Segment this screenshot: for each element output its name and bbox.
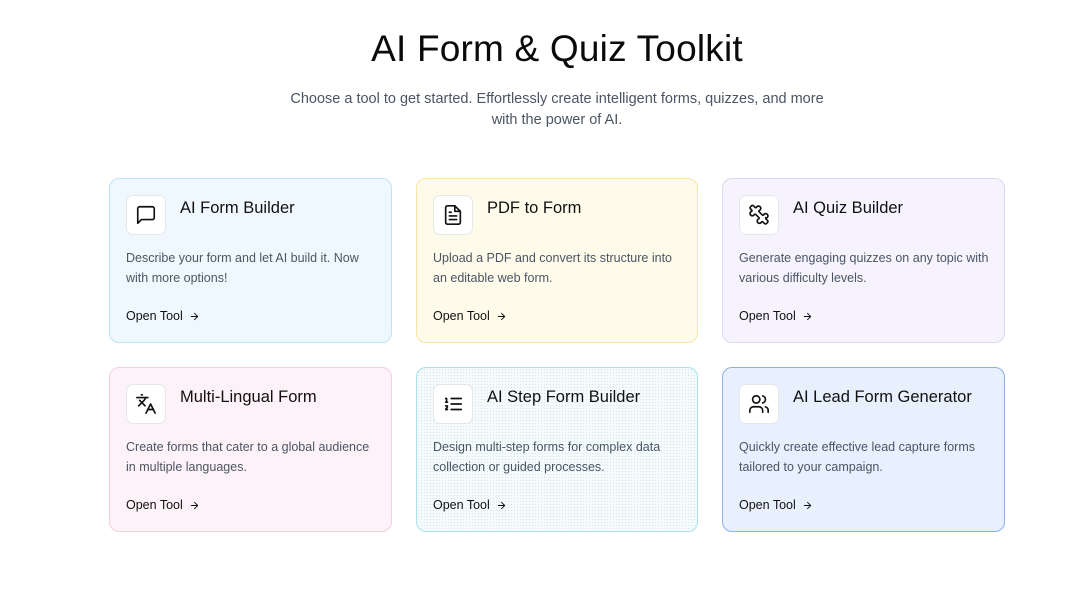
tool-card-multi-lingual-form[interactable]: Multi-Lingual Form Create forms that cat… [109,367,392,532]
tool-card-ai-lead-form-generator[interactable]: AI Lead Form Generator Quickly create ef… [722,367,1005,532]
arrow-right-icon [803,312,811,320]
open-tool-link[interactable]: Open Tool [126,307,200,325]
list-ordered-icon [433,384,473,424]
tool-card-title: PDF to Form [487,199,582,217]
tool-card-title: AI Lead Form Generator [793,388,972,406]
open-tool-label: Open Tool [739,309,796,323]
tool-card-title: Multi-Lingual Form [180,388,317,406]
tool-card-description: Generate engaging quizzes on any topic w… [739,251,989,285]
message-square-icon [126,195,166,235]
users-icon [739,384,779,424]
page: AI Form & Quiz Toolkit Choose a tool to … [0,0,1090,610]
open-tool-label: Open Tool [739,498,796,512]
languages-icon [126,384,166,424]
tool-grid: AI Form Builder Describe your form and l… [109,178,1005,532]
open-tool-label: Open Tool [433,309,490,323]
open-tool-label: Open Tool [433,498,490,512]
open-tool-link[interactable]: Open Tool [433,307,507,325]
open-tool-label: Open Tool [126,498,183,512]
page-title: AI Form & Quiz Toolkit [371,28,743,69]
arrow-right-icon [190,312,198,320]
file-text-icon [433,195,473,235]
arrow-right-icon [497,312,505,320]
open-tool-link[interactable]: Open Tool [739,496,813,514]
tool-card-ai-quiz-builder[interactable]: AI Quiz Builder Generate engaging quizze… [722,178,1005,343]
tool-card-description: Describe your form and let AI build it. … [126,251,359,285]
page-subtitle: Choose a tool to get started. Effortless… [290,91,824,128]
tool-card-description: Design multi-step forms for complex data… [433,440,661,474]
open-tool-link[interactable]: Open Tool [739,307,813,325]
tool-card-description: Quickly create effective lead capture fo… [739,440,975,474]
tool-card-ai-step-form-builder[interactable]: AI Step Form Builder Design multi-step f… [416,367,698,532]
arrow-right-icon [497,501,505,509]
puzzle-icon [739,195,779,235]
tool-card-pdf-to-form[interactable]: PDF to Form Upload a PDF and convert its… [416,178,698,343]
arrow-right-icon [803,501,811,509]
tool-card-ai-form-builder[interactable]: AI Form Builder Describe your form and l… [109,178,392,343]
open-tool-link[interactable]: Open Tool [433,496,507,514]
tool-card-description: Upload a PDF and convert its structure i… [433,251,673,285]
tool-card-description: Create forms that cater to a global audi… [126,440,370,474]
open-tool-link[interactable]: Open Tool [126,496,200,514]
tool-card-title: AI Form Builder [180,199,295,217]
open-tool-label: Open Tool [126,309,183,323]
tool-card-title: AI Step Form Builder [487,388,641,406]
arrow-right-icon [190,501,198,509]
tool-card-title: AI Quiz Builder [793,199,904,217]
